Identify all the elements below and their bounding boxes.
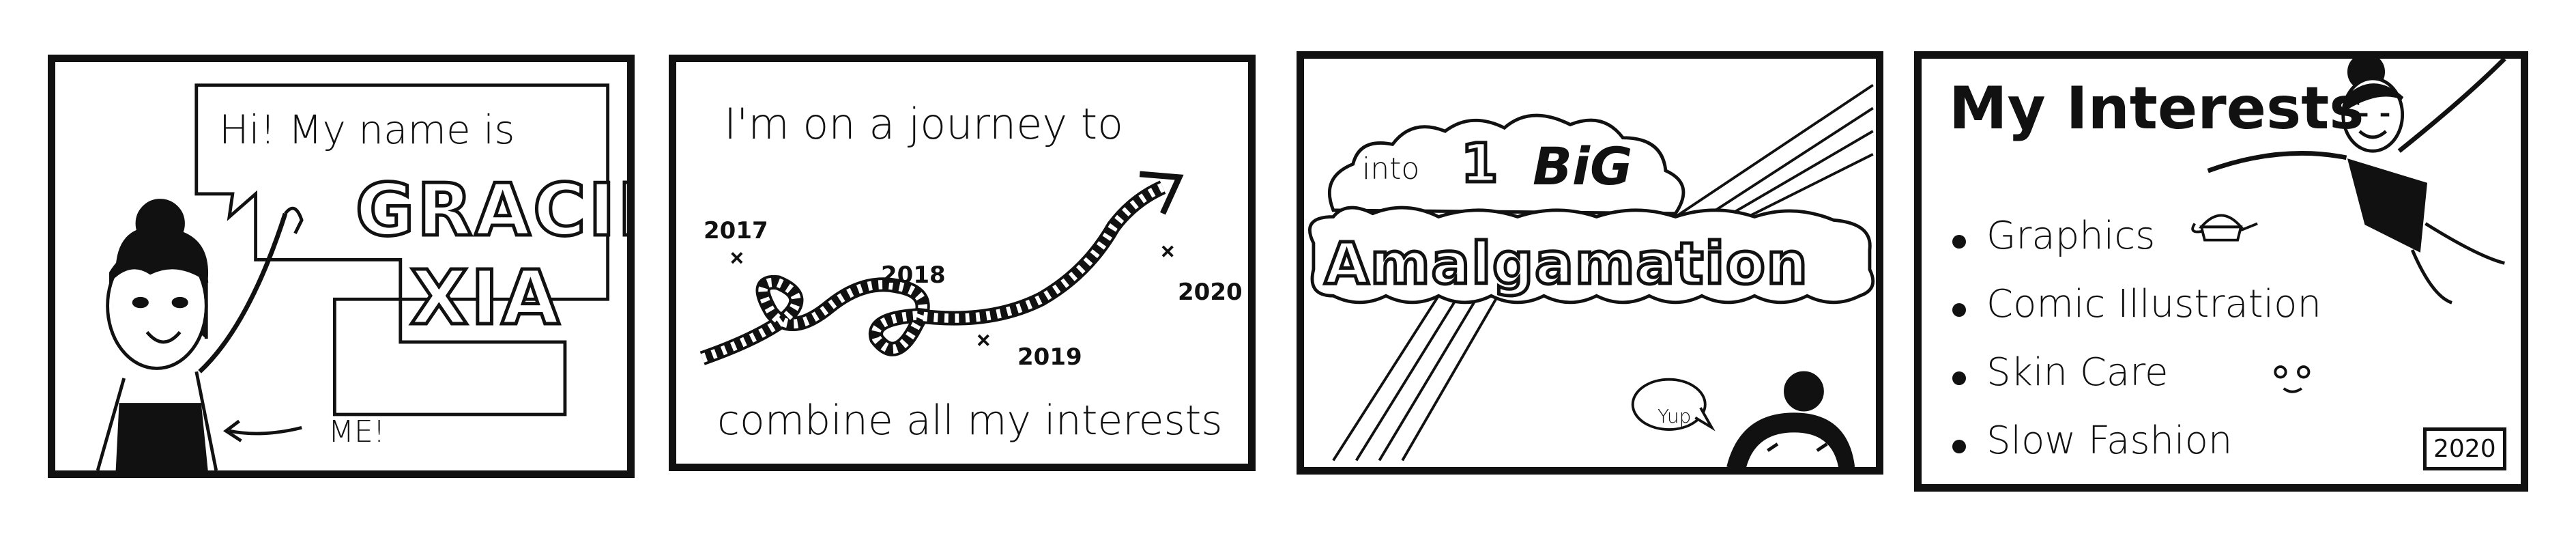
interest-graphics: Graphics [1986, 214, 2156, 258]
journey-caption-top: I'm on a journey to [724, 99, 1124, 149]
interest-skin-care: Skin Care [1986, 350, 2169, 395]
bullet-icon [1952, 303, 1966, 317]
year-2020: 2020 [1178, 279, 1243, 306]
year-badge: 2020 [2423, 427, 2506, 470]
interest-slow-fashion: Slow Fashion [1986, 419, 2233, 463]
year-2018: 2018 [881, 262, 946, 289]
rainbow-top [1675, 83, 1874, 225]
year-2019: 2019 [1017, 343, 1082, 371]
interest-comic-illustration: Comic Illustration [1986, 282, 2321, 326]
bullet-icon [1952, 371, 1966, 385]
into-text: into [1362, 152, 1420, 186]
amalgamation-text: Amalgamation [1323, 230, 1809, 297]
yup-text: Yup. [1658, 405, 1698, 427]
bullet-icon [1952, 440, 1966, 453]
speech-text: Hi! My name is [219, 107, 515, 153]
comic-panel-amalgamation: into 1 BiG Amalgamation Yup. [1297, 51, 1883, 475]
smiley-icon [2274, 365, 2311, 393]
name-xia: XIA [409, 254, 562, 341]
big-text: BiG [1533, 136, 1633, 197]
comic-panel-interests: My Interests Graphics Comic Illustration… [1914, 51, 2528, 492]
rainbow-bottom [1332, 295, 1499, 462]
name-gracie: GRACIE [353, 169, 627, 252]
bullet-icon [1952, 235, 1966, 249]
interests-title: My Interests [1949, 74, 2364, 143]
girl-figure [96, 199, 304, 470]
comic-panel-journey: I'm on a journey to 2017 2018 2019 2020 … [669, 55, 1256, 471]
one-numeral: 1 [1459, 133, 1501, 195]
year-2017: 2017 [704, 217, 768, 244]
peeking-face [1726, 371, 1855, 467]
comic-panel-intro: Hi! My name is GRACIE XIA ME! [48, 55, 635, 478]
journey-caption-bottom: combine all my interests [717, 397, 1223, 445]
teapot-icon [2191, 214, 2258, 242]
me-label: ME! [328, 414, 386, 449]
